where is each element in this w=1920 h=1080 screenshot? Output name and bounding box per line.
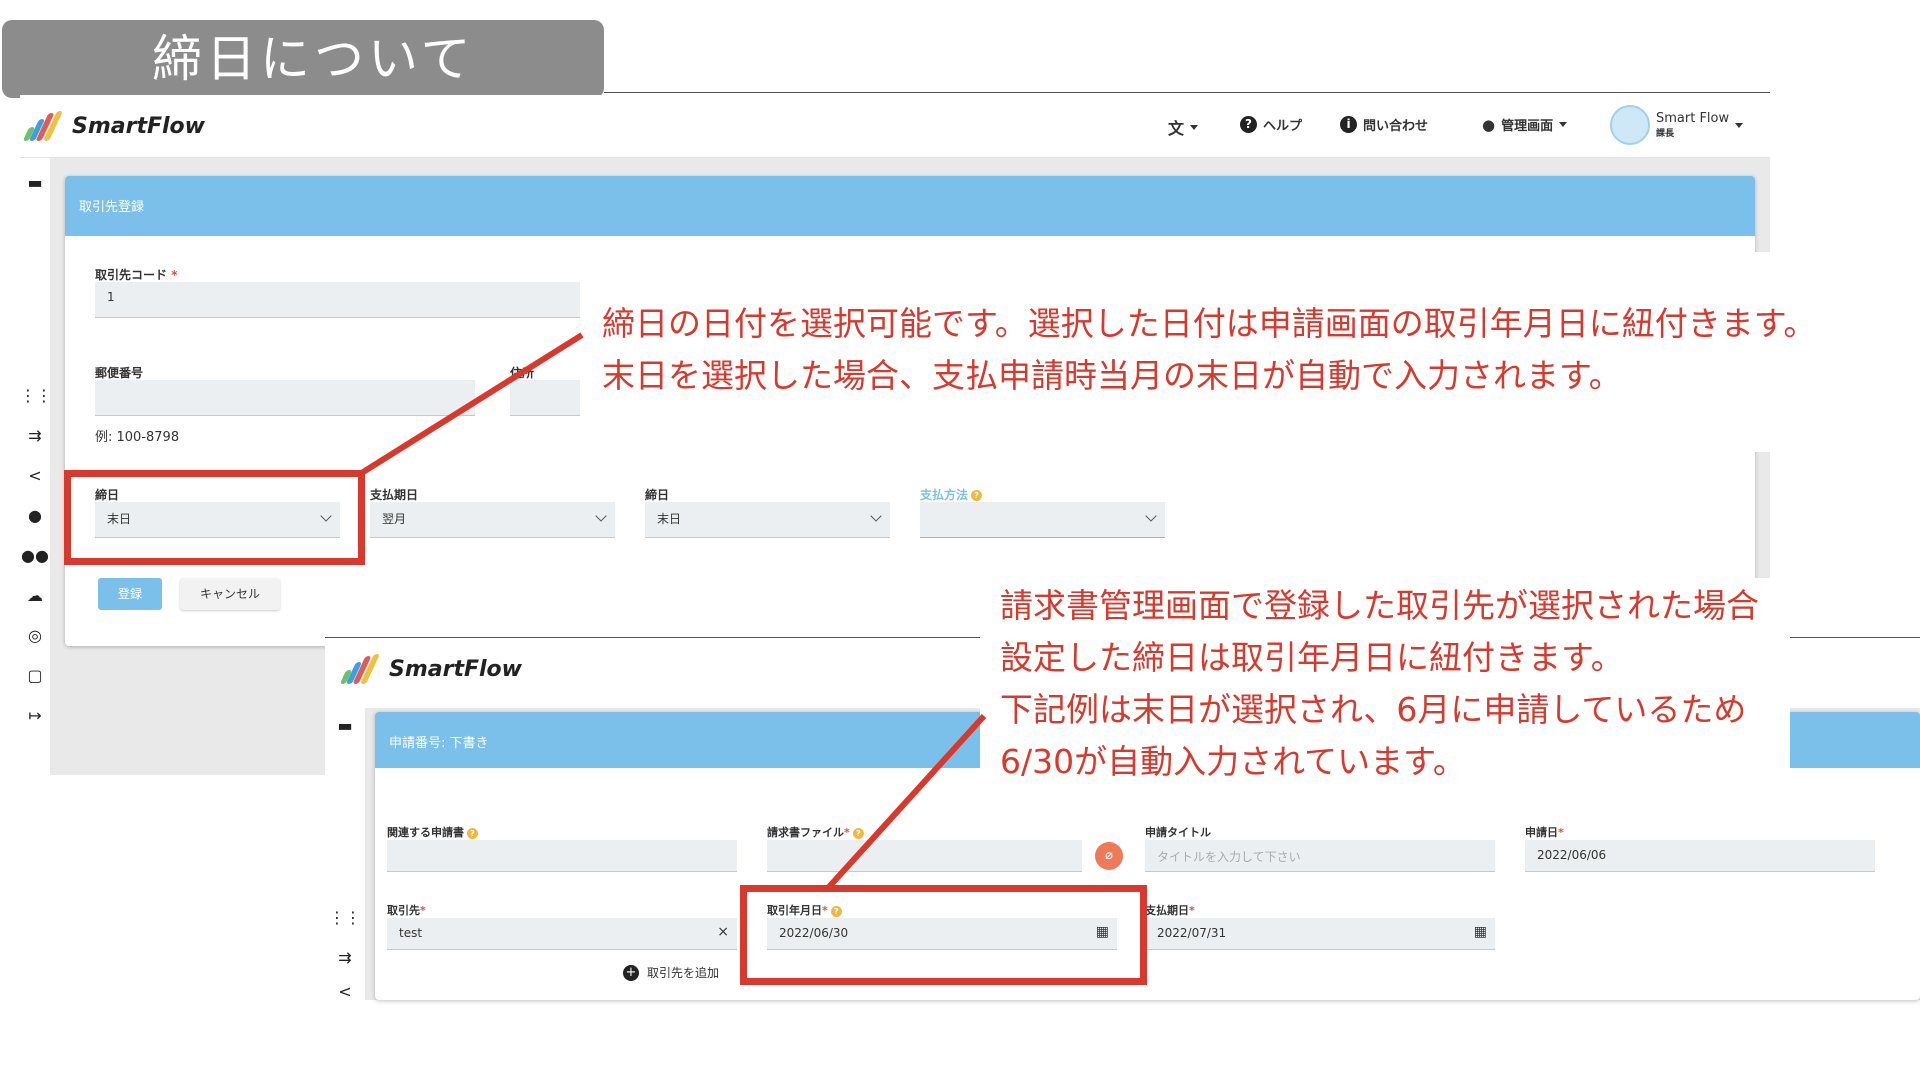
annotation-connectors <box>358 332 987 891</box>
connector-line-2 <box>825 713 987 891</box>
connector-line-1 <box>358 332 584 477</box>
